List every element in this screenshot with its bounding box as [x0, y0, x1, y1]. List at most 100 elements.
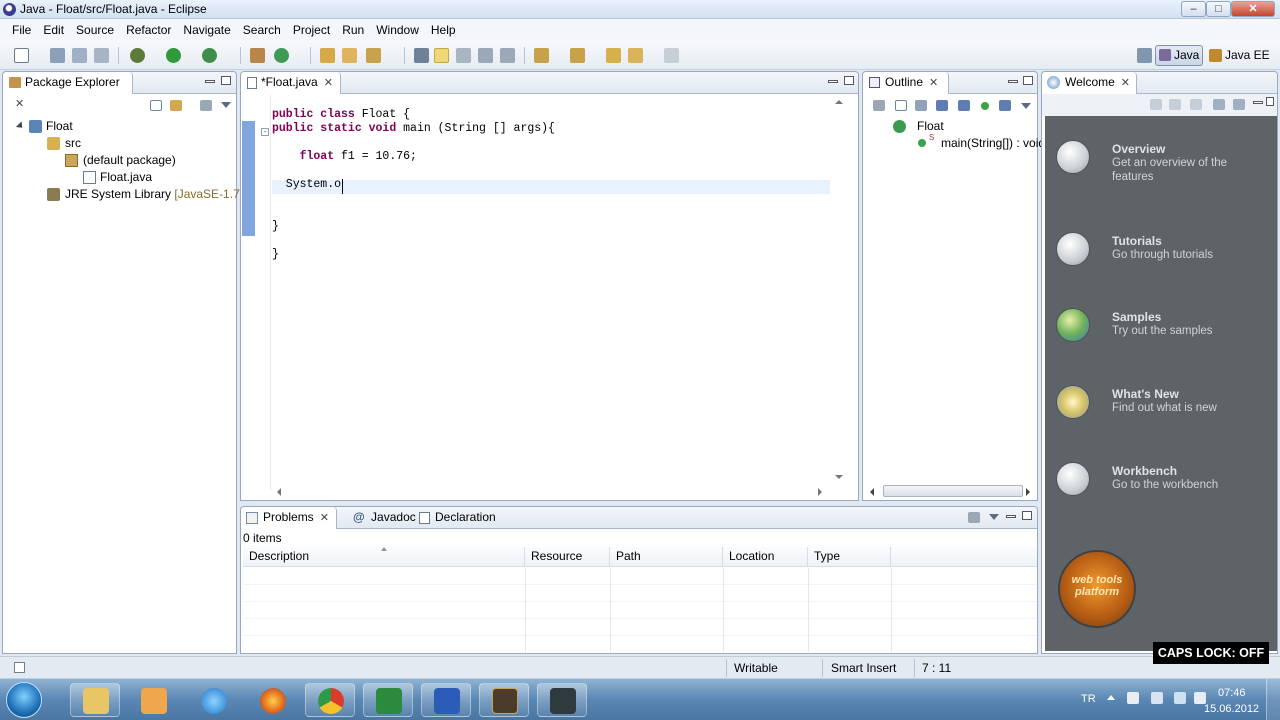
close-tab-icon[interactable]: ✕ — [324, 73, 333, 94]
open-perspective-icon[interactable] — [1137, 48, 1152, 63]
minimize-button[interactable]: – — [1181, 1, 1206, 17]
column-type[interactable]: Type — [808, 547, 891, 567]
tab-package-explorer[interactable]: Package Explorer✕ — [3, 72, 133, 110]
save-icon[interactable] — [50, 48, 65, 63]
code-editor[interactable]: public class Float {public static void m… — [272, 108, 555, 262]
tree-item-default-package[interactable]: (default package) — [65, 153, 176, 167]
vertical-scrollbar[interactable] — [831, 95, 848, 490]
view-menu-chevron-icon[interactable] — [989, 514, 999, 520]
column-resource[interactable]: Resource — [525, 547, 610, 567]
close-tab-icon[interactable]: ✕ — [15, 94, 24, 115]
column-location[interactable]: Location — [723, 547, 808, 567]
toggle-mark-icon[interactable] — [414, 48, 429, 63]
code-line[interactable] — [272, 164, 555, 178]
taskbar-eclipse[interactable] — [479, 683, 529, 717]
view-menu-icon[interactable] — [200, 100, 212, 111]
print-icon[interactable] — [94, 48, 109, 63]
close-button[interactable]: ✕ — [1231, 1, 1275, 17]
hide-nonpublic-icon[interactable] — [981, 102, 989, 110]
show-hidden-icons[interactable] — [1107, 695, 1115, 700]
link-with-editor-icon[interactable] — [170, 100, 182, 111]
menu-navigate[interactable]: Navigate — [177, 23, 236, 37]
taskbar-media-player[interactable] — [128, 683, 178, 717]
start-button-icon[interactable] — [6, 682, 42, 718]
tab-welcome[interactable]: Welcome ✕ — [1042, 72, 1137, 94]
minimize-view-icon[interactable] — [1253, 101, 1263, 104]
menu-window[interactable]: Window — [370, 23, 425, 37]
code-line[interactable]: System.o — [272, 178, 555, 192]
scroll-down-icon[interactable] — [835, 475, 843, 479]
perspective-java-ee[interactable]: Java EE — [1207, 46, 1270, 65]
tab-outline[interactable]: Outline ✕ — [863, 72, 949, 94]
tree-item-jre-library[interactable]: JRE System Library [JavaSE-1.7] — [47, 187, 243, 201]
menu-project[interactable]: Project — [287, 23, 336, 37]
language-indicator[interactable]: TR — [1081, 693, 1096, 705]
code-line[interactable]: float f1 = 10.76; — [272, 150, 555, 164]
welcome-overview[interactable]: Overview Get an overview of the features — [1045, 140, 1277, 200]
code-line[interactable]: } — [272, 220, 555, 234]
minimize-view-icon[interactable] — [1006, 515, 1016, 518]
code-line[interactable] — [272, 206, 555, 220]
minimize-editor-icon[interactable] — [828, 80, 838, 83]
open-folder-icon[interactable] — [342, 48, 357, 63]
menu-edit[interactable]: Edit — [37, 23, 70, 37]
perspective-java[interactable]: Java — [1155, 45, 1203, 66]
scroll-left-icon[interactable] — [870, 488, 874, 496]
search-icon[interactable] — [366, 48, 381, 63]
hide-static-icon[interactable] — [958, 100, 970, 111]
taskbar-excel[interactable] — [363, 683, 413, 717]
outline-class-float[interactable]: Float — [893, 119, 944, 133]
close-tab-icon[interactable]: ✕ — [320, 508, 329, 529]
taskbar-firefox[interactable] — [247, 683, 297, 717]
close-tab-icon[interactable]: ✕ — [1121, 73, 1130, 94]
home-icon[interactable] — [1150, 99, 1162, 110]
welcome-workbench[interactable]: Workbench Go to the workbench — [1045, 462, 1277, 522]
welcome-samples[interactable]: Samples Try out the samples — [1045, 308, 1277, 368]
view-menu-icon[interactable] — [968, 512, 980, 523]
taskbar-chrome[interactable] — [305, 683, 355, 717]
horizontal-scrollbar[interactable] — [272, 483, 827, 500]
back-icon[interactable] — [628, 48, 643, 63]
debug-icon[interactable] — [130, 48, 145, 63]
collapse-outline-icon[interactable] — [895, 100, 907, 111]
scroll-thumb[interactable] — [883, 485, 1023, 497]
minimize-view-icon[interactable] — [1008, 80, 1018, 83]
open-type-icon[interactable] — [320, 48, 335, 63]
block-selection-icon[interactable] — [478, 48, 493, 63]
expand-arrow-icon[interactable] — [15, 121, 26, 131]
action-center-icon[interactable] — [1127, 692, 1139, 704]
next-annotation-icon[interactable] — [534, 48, 549, 63]
code-line[interactable] — [272, 136, 555, 150]
last-edit-icon[interactable] — [606, 48, 621, 63]
maximize-view-icon[interactable] — [1023, 76, 1033, 85]
prev-annotation-icon[interactable] — [570, 48, 585, 63]
column-path[interactable]: Path — [610, 547, 723, 567]
welcome-whats-new[interactable]: What's New Find out what is new — [1045, 385, 1277, 445]
forward-icon[interactable] — [1190, 99, 1202, 110]
usb-icon[interactable] — [1151, 692, 1163, 704]
menu-search[interactable]: Search — [237, 23, 287, 37]
menu-run[interactable]: Run — [336, 23, 370, 37]
code-line[interactable]: public static void main (String [] args)… — [272, 122, 555, 136]
taskbar-internet-explorer[interactable] — [188, 683, 238, 717]
view-menu-chevron-icon[interactable] — [221, 102, 231, 108]
tree-item-project[interactable]: Float — [15, 119, 73, 133]
outline-method-main[interactable]: S main(String[]) : void — [917, 133, 1045, 150]
taskbar-word[interactable] — [421, 683, 471, 717]
collapse-all-icon[interactable] — [150, 100, 162, 111]
show-whitespace-icon[interactable] — [456, 48, 471, 63]
menu-help[interactable]: Help — [425, 23, 462, 37]
welcome-tutorials[interactable]: Tutorials Go through tutorials — [1045, 232, 1277, 292]
new-class-icon[interactable] — [274, 48, 289, 63]
view-menu-chevron-icon[interactable] — [1021, 103, 1031, 109]
code-line[interactable]: } — [272, 248, 555, 262]
tree-item-float-java[interactable]: Float.java — [83, 170, 152, 184]
minimize-view-icon[interactable] — [205, 80, 215, 83]
fast-view-icon[interactable] — [14, 662, 25, 673]
outline-horizontal-scrollbar[interactable] — [865, 483, 1035, 500]
forward-icon[interactable] — [664, 48, 679, 63]
clock-time[interactable]: 07:46 — [1218, 687, 1246, 699]
scroll-right-icon[interactable] — [818, 488, 822, 496]
code-line[interactable]: public class Float { — [272, 108, 555, 122]
mark-occurrences-icon[interactable] — [434, 48, 449, 63]
